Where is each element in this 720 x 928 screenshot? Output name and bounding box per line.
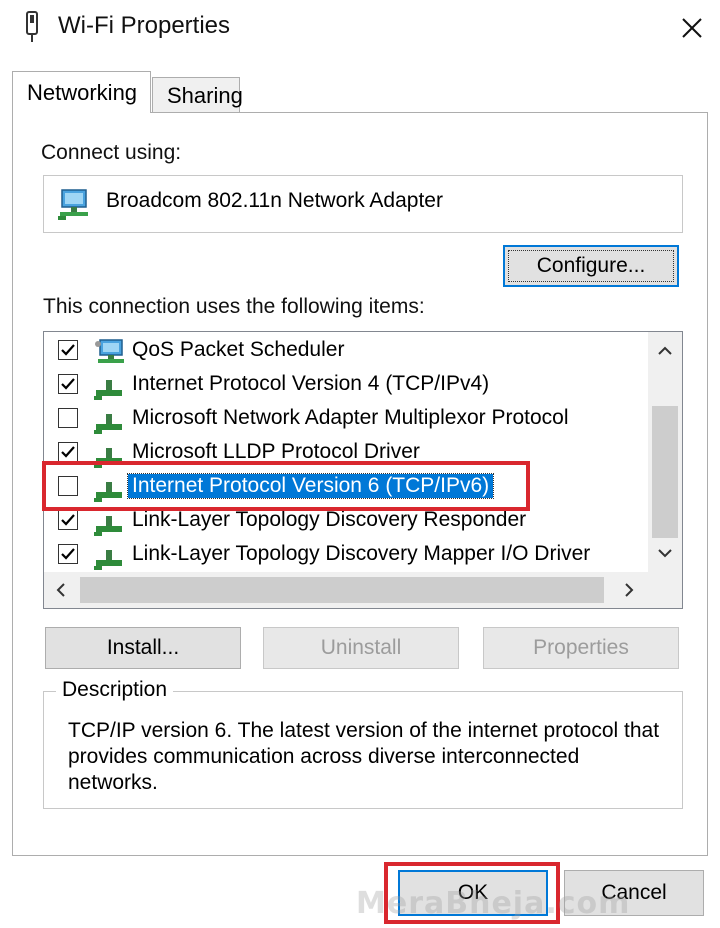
chevron-right-icon: [625, 583, 634, 597]
list-item[interactable]: Internet Protocol Version 4 (TCP/IPv4): [44, 368, 648, 402]
close-icon: [682, 18, 702, 38]
item-checkbox[interactable]: [58, 476, 78, 496]
item-label: QoS Packet Scheduler: [132, 338, 345, 361]
checkmark-icon: [61, 514, 75, 526]
connect-using-label: Connect using:: [41, 141, 182, 164]
chevron-left-icon: [56, 583, 65, 597]
protocol-icon: [94, 440, 124, 468]
network-adapter-icon: [58, 188, 88, 220]
protocol-icon: [94, 372, 124, 400]
checkmark-icon: [61, 446, 75, 458]
item-checkbox[interactable]: [58, 510, 78, 530]
list-item-selected[interactable]: Internet Protocol Version 6 (TCP/IPv6): [44, 470, 648, 504]
item-checkbox[interactable]: [58, 544, 78, 564]
install-button[interactable]: Install...: [45, 627, 241, 669]
vertical-scroll-thumb[interactable]: [652, 406, 678, 538]
protocol-icon: [94, 474, 124, 502]
item-label: Link-Layer Topology Discovery Responder: [132, 508, 527, 531]
scroll-right-button[interactable]: [612, 572, 646, 608]
item-label: Microsoft Network Adapter Multiplexor Pr…: [132, 406, 569, 429]
scroll-left-button[interactable]: [44, 572, 78, 608]
close-button[interactable]: [668, 6, 716, 50]
horizontal-scrollbar[interactable]: [44, 572, 648, 608]
list-item[interactable]: Microsoft LLDP Protocol Driver: [44, 436, 648, 470]
items-label: This connection uses the following items…: [43, 295, 425, 318]
description-text: TCP/IP version 6. The latest version of …: [68, 719, 660, 794]
description-legend: Description: [56, 678, 174, 702]
protocol-icon: [94, 508, 124, 536]
scrollbar-corner: [648, 572, 682, 608]
description-group: Description TCP/IP version 6. The latest…: [43, 678, 683, 809]
list-item[interactable]: QoS Packet Scheduler: [44, 334, 648, 368]
item-checkbox[interactable]: [58, 374, 78, 394]
item-checkbox[interactable]: [58, 408, 78, 428]
checkmark-icon: [61, 378, 75, 390]
chevron-up-icon: [658, 346, 672, 355]
tab-networking[interactable]: Networking: [12, 71, 151, 113]
scroll-up-button[interactable]: [648, 336, 682, 366]
networking-panel: Connect using: Broadcom 802.11n Network …: [12, 112, 708, 856]
adapter-field: Broadcom 802.11n Network Adapter: [43, 175, 683, 233]
item-label: Internet Protocol Version 4 (TCP/IPv4): [132, 372, 490, 395]
tab-sharing[interactable]: Sharing: [152, 77, 243, 113]
items-listbox[interactable]: QoS Packet Scheduler Internet Protocol V…: [43, 331, 683, 609]
ok-button[interactable]: OK: [398, 870, 548, 916]
uninstall-button[interactable]: Uninstall: [263, 627, 459, 669]
cancel-button[interactable]: Cancel: [564, 870, 704, 916]
protocol-icon: [94, 542, 124, 570]
protocol-icon: [94, 406, 124, 434]
checkmark-icon: [61, 548, 75, 560]
list-item[interactable]: Link-Layer Topology Discovery Mapper I/O…: [44, 538, 648, 572]
item-checkbox[interactable]: [58, 442, 78, 462]
window-title: Wi-Fi Properties: [58, 12, 231, 39]
vertical-scrollbar[interactable]: [648, 332, 682, 572]
checkmark-icon: [61, 344, 75, 356]
adapter-name: Broadcom 802.11n Network Adapter: [106, 189, 443, 212]
list-item[interactable]: Link-Layer Topology Discovery Responder: [44, 504, 648, 538]
item-label: Internet Protocol Version 6 (TCP/IPv6): [126, 473, 495, 499]
horizontal-scroll-thumb[interactable]: [80, 577, 604, 603]
chevron-down-icon: [658, 549, 672, 558]
scroll-down-button[interactable]: [648, 538, 682, 568]
item-checkbox[interactable]: [58, 340, 78, 360]
configure-button[interactable]: Configure...: [503, 245, 679, 287]
wifi-adapter-icon: [22, 10, 42, 44]
list-item[interactable]: Microsoft Network Adapter Multiplexor Pr…: [44, 402, 648, 436]
properties-button[interactable]: Properties: [483, 627, 679, 669]
qos-scheduler-icon: [94, 338, 124, 366]
title-bar: Wi-Fi Properties: [0, 0, 720, 56]
item-label: Microsoft LLDP Protocol Driver: [132, 440, 420, 463]
item-label: Link-Layer Topology Discovery Mapper I/O…: [132, 542, 591, 565]
